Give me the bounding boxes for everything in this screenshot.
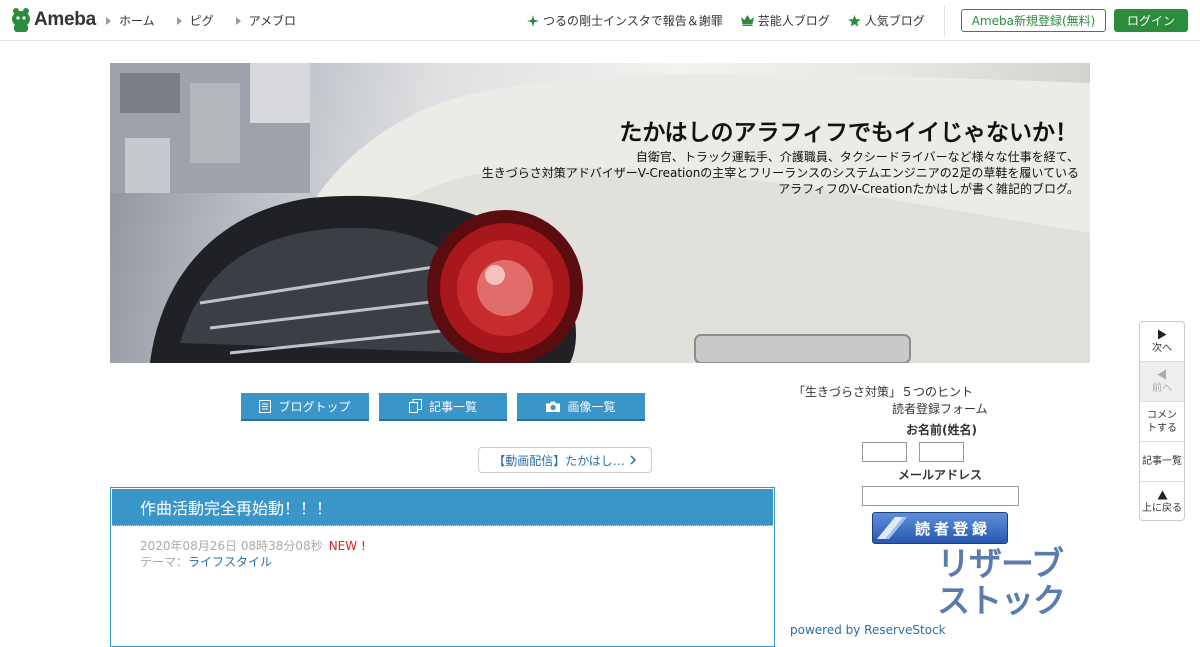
video-stream-link[interactable]: 【動画配信】たかはし… [478,447,652,473]
triangle-right-icon [176,16,182,25]
reserve-logo-line: リザーブ [937,545,1064,582]
blog-description: 自衛官、トラック運転手、介護職員、タクシードライバーなど様々な仕事を経て、 生き… [482,149,1079,197]
copy-icon [408,399,422,413]
triangle-right-icon [106,16,111,25]
play-left-icon [1157,369,1166,379]
global-nav-right: つるの剛士インスタで報告＆謝罪 芸能人ブログ 人気ブログ [527,12,943,29]
comment-button[interactable]: コメントする [1140,402,1184,442]
reader-register-button[interactable]: 読者登録 [872,512,1008,544]
nav-popular-blog[interactable]: 人気ブログ [848,12,925,29]
global-header: Ameba ホーム ピグ アメブロ つるの剛士インスタで報告＆謝罪 芸能人ブログ… [0,0,1200,41]
login-button[interactable]: ログイン [1114,9,1188,32]
nav-topic-news[interactable]: つるの剛士インスタで報告＆謝罪 [527,12,723,29]
header-image [110,63,1090,363]
crown-icon [740,15,754,26]
nav-label: つるの剛士インスタで報告＆謝罪 [543,14,723,28]
play-right-icon [1158,329,1167,339]
theme-prefix: テーマ： [140,555,189,569]
floating-nav: 次へ 前へ コメントする 記事一覧 上に戻る [1139,321,1185,521]
register-button[interactable]: Ameba新規登録(無料) [961,9,1106,32]
reserve-stock-logo[interactable]: リザーブ ストック [937,545,1066,619]
float-nav-label: 記事一覧 [1142,456,1182,467]
float-nav-label: 次へ [1152,342,1172,354]
video-link-label: 【動画配信】たかはし… [493,453,625,468]
entry-list-button[interactable]: 記事一覧 [379,393,507,421]
article-date: 2020年08月26日 08時38分08秒 NEW ! [140,537,366,554]
sparkle-icon [527,14,539,27]
float-entry-list-button[interactable]: 記事一覧 [1140,442,1184,482]
image-list-button[interactable]: 画像一覧 [517,393,645,421]
reader-register-label: 読者登録 [915,519,992,538]
chevron-right-icon [630,455,636,465]
article-entry: 作曲活動完全再始動！！！ 2020年08月26日 08時38分08秒 NEW ! … [110,487,775,647]
ameba-mascot-icon [12,8,30,32]
document-icon [259,399,272,413]
nav-label: 芸能人ブログ [757,14,830,28]
up-arrow-icon [1157,490,1167,499]
description-line: 生きづらさ対策アドバイザーV-Creationの主宰とフリーランスのシステムエン… [481,166,1079,180]
menu-label: ブログトップ [278,399,351,414]
prev-entry-button[interactable]: 前へ [1140,362,1184,402]
triangle-right-icon [235,16,241,25]
nav-home[interactable]: ホーム [106,12,155,29]
menu-label: 画像一覧 [567,399,616,414]
blog-title[interactable]: たかはしのアラフィフでもイイじゃないか！ [619,113,1078,147]
article-theme: テーマ：ライフスタイル [140,553,272,570]
back-to-top-button[interactable]: 上に戻る [1140,482,1184,522]
float-nav-label: 上に戻る [1142,502,1182,514]
sidebar-title: 「生きづらさ対策」５つのヒント [793,385,974,399]
header-divider [944,6,945,36]
article-title-text: 作曲活動完全再始動！！！ [140,499,333,518]
nav-label: 人気ブログ [864,14,925,28]
nav-pigg[interactable]: ピグ [176,12,214,29]
blog-top-button[interactable]: ブログトップ [241,393,369,421]
nav-celebrity-blog[interactable]: 芸能人ブログ [740,12,830,29]
nav-label: アメブロ [248,14,297,28]
nav-label: ホーム [119,14,155,28]
nav-ameblo[interactable]: アメブロ [235,12,297,29]
last-name-field[interactable] [862,442,907,462]
new-badge: NEW ! [328,539,366,553]
description-line: 自衛官、トラック運転手、介護職員、タクシードライバーなど様々な仕事を経て、 [635,150,1079,164]
float-nav-label: コメントする [1147,409,1177,434]
reader-form-title: 読者登録フォーム [892,402,988,416]
description-line: アラフィフのV-Creationたかはしが書く雑記的ブログ。 [778,182,1079,196]
name-label: お名前(姓名) [906,423,977,437]
menu-label: 記事一覧 [428,399,477,414]
nav-label: ピグ [189,14,214,28]
camera-icon [546,401,561,412]
global-nav-left: ホーム ピグ アメブロ [106,12,318,29]
article-title[interactable]: 作曲活動完全再始動！！！ [112,489,773,526]
next-entry-button[interactable]: 次へ [1140,322,1184,362]
first-name-field[interactable] [919,442,964,462]
blog-header-banner[interactable]: たかはしのアラフィフでもイイじゃないか！ 自衛官、トラック運転手、介護職員、タク… [110,63,1090,363]
swoosh-icon [877,517,907,539]
ameba-logo[interactable]: Ameba [11,7,96,33]
star-icon [848,14,861,27]
theme-link[interactable]: ライフスタイル [188,555,272,569]
email-field[interactable] [862,486,1019,506]
article-datetime: 2020年08月26日 08時38分08秒 [140,539,323,553]
ameba-logo-text: Ameba [34,9,96,30]
powered-by-link[interactable]: powered by ReserveStock [790,623,946,637]
reserve-logo-line: ストック [937,582,1066,619]
email-label: メールアドレス [898,468,983,482]
float-nav-label: 前へ [1152,382,1172,394]
